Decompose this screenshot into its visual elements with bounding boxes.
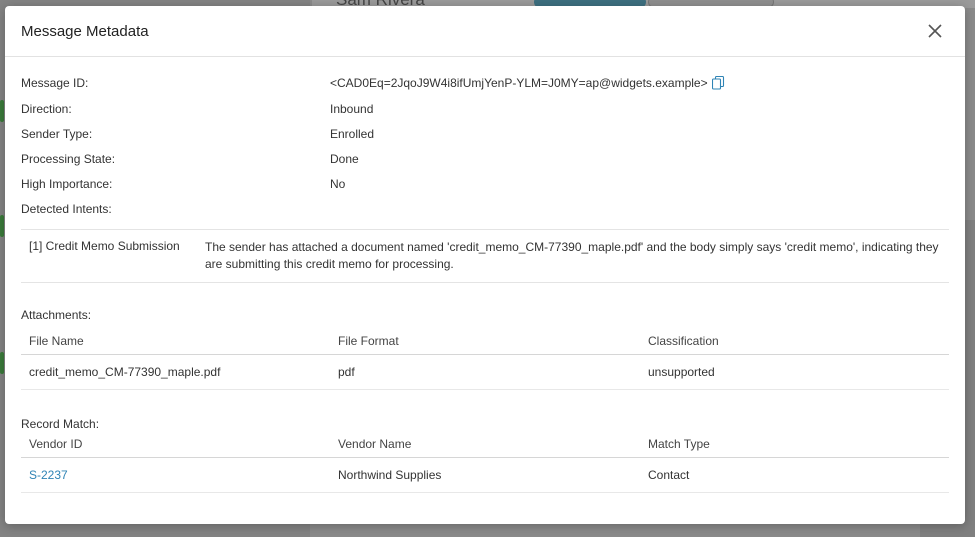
- match-type-cell: Contact: [640, 457, 949, 493]
- background-indicator: [0, 215, 4, 237]
- record-match-label: Record Match:: [21, 417, 100, 431]
- classification-cell: unsupported: [640, 354, 949, 390]
- table-header-row: File Name File Format Classification: [21, 328, 949, 355]
- attachments-table: File Name File Format Classification cre…: [21, 328, 949, 390]
- sender-type-label: Sender Type:: [21, 126, 93, 141]
- modal-header: Message Metadata: [5, 6, 965, 57]
- direction-row: Direction: Inbound: [21, 96, 949, 121]
- attachments-label: Attachments:: [21, 308, 92, 322]
- metadata-modal: Message Metadata Message ID: <CAD0Eq=2Jq…: [5, 6, 965, 524]
- detected-intents-label: Detected Intents:: [21, 201, 112, 216]
- column-header: File Format: [330, 328, 640, 355]
- detected-intents-row: Detected Intents:: [21, 196, 949, 221]
- sender-type-row: Sender Type: Enrolled: [21, 121, 949, 146]
- message-id-label: Message ID:: [21, 76, 89, 90]
- table-row: credit_memo_CM-77390_maple.pdf pdf unsup…: [21, 354, 949, 390]
- intent-row: [1] Credit Memo Submission The sender ha…: [21, 229, 949, 283]
- message-id-value: <CAD0Eq=2JqoJ9W4i8ifUmjYenP-YLM=J0MY=ap@…: [330, 76, 708, 90]
- processing-state-row: Processing State: Done: [21, 146, 949, 171]
- high-importance-row: High Importance: No: [21, 171, 949, 196]
- sender-type-value: Enrolled: [330, 126, 375, 141]
- copy-icon[interactable]: [711, 76, 725, 90]
- background-indicator: [0, 100, 4, 122]
- column-header: Classification: [640, 328, 949, 355]
- intent-name: [1] Credit Memo Submission: [29, 239, 180, 253]
- modal-body: Message ID: <CAD0Eq=2JqoJ9W4i8ifUmjYenP-…: [5, 57, 965, 493]
- high-importance-label: High Importance:: [21, 176, 113, 191]
- vendor-id-cell: S-2237: [21, 457, 330, 493]
- message-id-row: Message ID: <CAD0Eq=2JqoJ9W4i8ifUmjYenP-…: [21, 73, 949, 93]
- background-indicator: [0, 352, 4, 374]
- message-id-value-wrap: <CAD0Eq=2JqoJ9W4i8ifUmjYenP-YLM=J0MY=ap@…: [330, 76, 725, 90]
- direction-value: Inbound: [330, 101, 374, 116]
- processing-state-label: Processing State:: [21, 151, 116, 166]
- table-header-row: Vendor ID Vendor Name Match Type: [21, 431, 949, 458]
- file-format-cell: pdf: [330, 354, 640, 390]
- direction-label: Direction:: [21, 101, 72, 116]
- vendor-id-link[interactable]: S-2237: [29, 468, 68, 482]
- record-match-table: Vendor ID Vendor Name Match Type S-2237 …: [21, 431, 949, 493]
- close-icon[interactable]: [928, 24, 942, 38]
- vendor-name-cell: Northwind Supplies: [330, 457, 640, 493]
- column-header: Match Type: [640, 431, 949, 458]
- column-header: File Name: [21, 328, 330, 355]
- table-row: S-2237 Northwind Supplies Contact: [21, 457, 949, 493]
- file-name-cell: credit_memo_CM-77390_maple.pdf: [21, 354, 330, 390]
- intent-description: The sender has attached a document named…: [205, 240, 939, 271]
- processing-state-value: Done: [330, 151, 359, 166]
- high-importance-value: No: [330, 176, 346, 191]
- column-header: Vendor Name: [330, 431, 640, 458]
- close-button[interactable]: [921, 17, 949, 45]
- column-header: Vendor ID: [21, 431, 330, 458]
- modal-title: Message Metadata: [21, 22, 149, 40]
